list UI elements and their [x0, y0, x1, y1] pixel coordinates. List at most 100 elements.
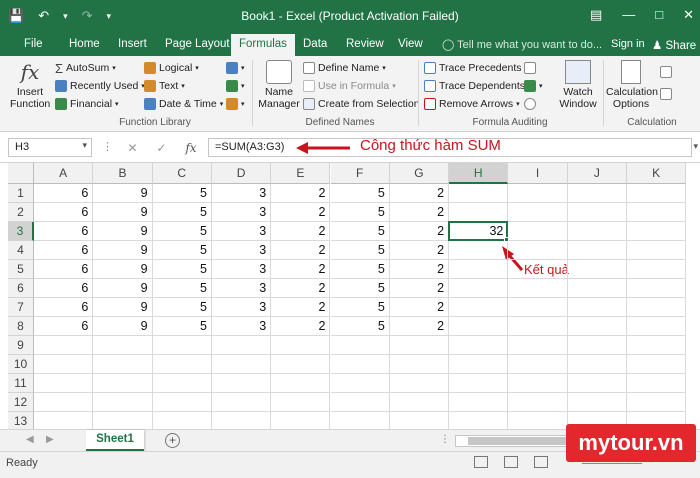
cell-f1[interactable]: 5 — [330, 184, 390, 203]
cell-i2[interactable] — [508, 203, 568, 222]
trace-dependents-button[interactable]: Trace Dependents — [424, 78, 525, 94]
calculate-now-button[interactable] — [660, 64, 672, 80]
cell-k8[interactable] — [627, 317, 687, 336]
cell-b6[interactable]: 9 — [93, 279, 153, 298]
cell-b7[interactable]: 9 — [93, 298, 153, 317]
cell-k2[interactable] — [627, 203, 687, 222]
cell-d5[interactable]: 3 — [211, 260, 272, 279]
logical-button[interactable]: Logical ▾ — [144, 60, 199, 76]
evaluate-formula-button[interactable] — [524, 96, 536, 112]
cell-k9[interactable] — [627, 336, 687, 355]
cell-c3[interactable]: 5 — [152, 222, 212, 241]
cell-i10[interactable] — [508, 355, 568, 374]
cell-a10[interactable] — [34, 355, 94, 374]
cell-h1[interactable] — [449, 184, 509, 203]
row-header-11[interactable]: 11 — [8, 374, 34, 393]
tab-insert[interactable]: Insert — [118, 38, 147, 50]
cell-j5[interactable] — [567, 260, 627, 279]
cell-a2[interactable]: 6 — [34, 203, 94, 222]
cell-d11[interactable] — [211, 374, 272, 393]
minimize-icon[interactable]: — — [622, 7, 635, 23]
select-all-corner[interactable] — [8, 163, 34, 184]
tab-page-layout[interactable]: Page Layout — [165, 38, 230, 50]
column-header-e[interactable]: E — [271, 163, 331, 184]
cell-b1[interactable]: 9 — [93, 184, 153, 203]
cell-a11[interactable] — [34, 374, 94, 393]
cell-k4[interactable] — [627, 241, 687, 260]
text-button[interactable]: Text ▾ — [144, 78, 185, 94]
cell-e11[interactable] — [271, 374, 331, 393]
column-header-c[interactable]: C — [152, 163, 212, 184]
more-functions-button[interactable]: ▾ — [226, 96, 245, 112]
cell-h11[interactable] — [449, 374, 509, 393]
cell-a5[interactable]: 6 — [34, 260, 94, 279]
watch-window-button[interactable]: Watch Window — [556, 60, 600, 110]
row-header-5[interactable]: 5 — [8, 260, 34, 279]
cell-c12[interactable] — [152, 393, 212, 412]
cell-c2[interactable]: 5 — [152, 203, 212, 222]
cell-f3[interactable]: 5 — [330, 222, 390, 241]
cell-e4[interactable]: 2 — [271, 241, 331, 260]
cell-d8[interactable]: 3 — [211, 317, 272, 336]
fill-handle[interactable] — [504, 237, 510, 242]
normal-view-icon[interactable] — [474, 456, 488, 468]
cell-d7[interactable]: 3 — [211, 298, 272, 317]
row-header-3[interactable]: 3 — [8, 222, 34, 241]
tell-me-search[interactable]: ◯ Tell me what you want to do... — [442, 38, 602, 51]
cell-b2[interactable]: 9 — [93, 203, 153, 222]
cell-i8[interactable] — [508, 317, 568, 336]
cell-f5[interactable]: 5 — [330, 260, 390, 279]
column-header-d[interactable]: D — [211, 163, 272, 184]
cell-a7[interactable]: 6 — [34, 298, 94, 317]
tab-formulas[interactable]: Formulas — [231, 34, 295, 56]
calculate-sheet-button[interactable] — [660, 86, 672, 102]
row-header-4[interactable]: 4 — [8, 241, 34, 260]
cell-b11[interactable] — [93, 374, 153, 393]
cell-b12[interactable] — [93, 393, 153, 412]
tab-split-icon[interactable]: ⋮ — [440, 434, 450, 445]
column-header-a[interactable]: A — [34, 163, 94, 184]
expand-formula-icon[interactable]: ▾ — [693, 141, 698, 152]
sign-in-link[interactable]: Sign in — [611, 38, 645, 50]
add-sheet-icon[interactable]: + — [165, 433, 180, 448]
cell-d2[interactable]: 3 — [211, 203, 272, 222]
cell-e2[interactable]: 2 — [271, 203, 331, 222]
cell-g9[interactable] — [389, 336, 450, 355]
cell-k6[interactable] — [627, 279, 687, 298]
cell-d4[interactable]: 3 — [211, 241, 272, 260]
cell-g11[interactable] — [389, 374, 450, 393]
cell-f2[interactable]: 5 — [330, 203, 390, 222]
cell-f12[interactable] — [330, 393, 390, 412]
cell-h10[interactable] — [449, 355, 509, 374]
insert-function-button[interactable]: fx Insert Function — [10, 60, 50, 110]
cell-d9[interactable] — [211, 336, 272, 355]
cell-d1[interactable]: 3 — [211, 184, 272, 203]
cell-h6[interactable] — [449, 279, 509, 298]
cell-e7[interactable]: 2 — [271, 298, 331, 317]
cell-c6[interactable]: 5 — [152, 279, 212, 298]
cell-g6[interactable]: 2 — [389, 279, 450, 298]
column-header-f[interactable]: F — [330, 163, 390, 184]
cell-d10[interactable] — [211, 355, 272, 374]
ribbon-display-icon[interactable]: ▤ — [590, 7, 602, 23]
cell-f11[interactable] — [330, 374, 390, 393]
row-header-12[interactable]: 12 — [8, 393, 34, 412]
close-icon[interactable]: ✕ — [683, 7, 694, 23]
row-header-2[interactable]: 2 — [8, 203, 34, 222]
cell-k11[interactable] — [627, 374, 687, 393]
calculation-options-button[interactable]: Calculation Options — [606, 60, 658, 110]
scroll-right-icon[interactable]: ▶ — [46, 434, 54, 445]
cell-g1[interactable]: 2 — [389, 184, 450, 203]
cell-i11[interactable] — [508, 374, 568, 393]
cell-h2[interactable] — [449, 203, 509, 222]
cell-i9[interactable] — [508, 336, 568, 355]
cell-j2[interactable] — [567, 203, 627, 222]
column-header-i[interactable]: I — [508, 163, 568, 184]
cell-i12[interactable] — [508, 393, 568, 412]
cell-g4[interactable]: 2 — [389, 241, 450, 260]
sheet-tab-sheet1[interactable]: Sheet1 — [86, 430, 144, 451]
cell-f8[interactable]: 5 — [330, 317, 390, 336]
column-header-k[interactable]: K — [627, 163, 687, 184]
tab-home[interactable]: Home — [69, 38, 100, 50]
recently-used-button[interactable]: Recently Used▾ — [55, 78, 145, 94]
